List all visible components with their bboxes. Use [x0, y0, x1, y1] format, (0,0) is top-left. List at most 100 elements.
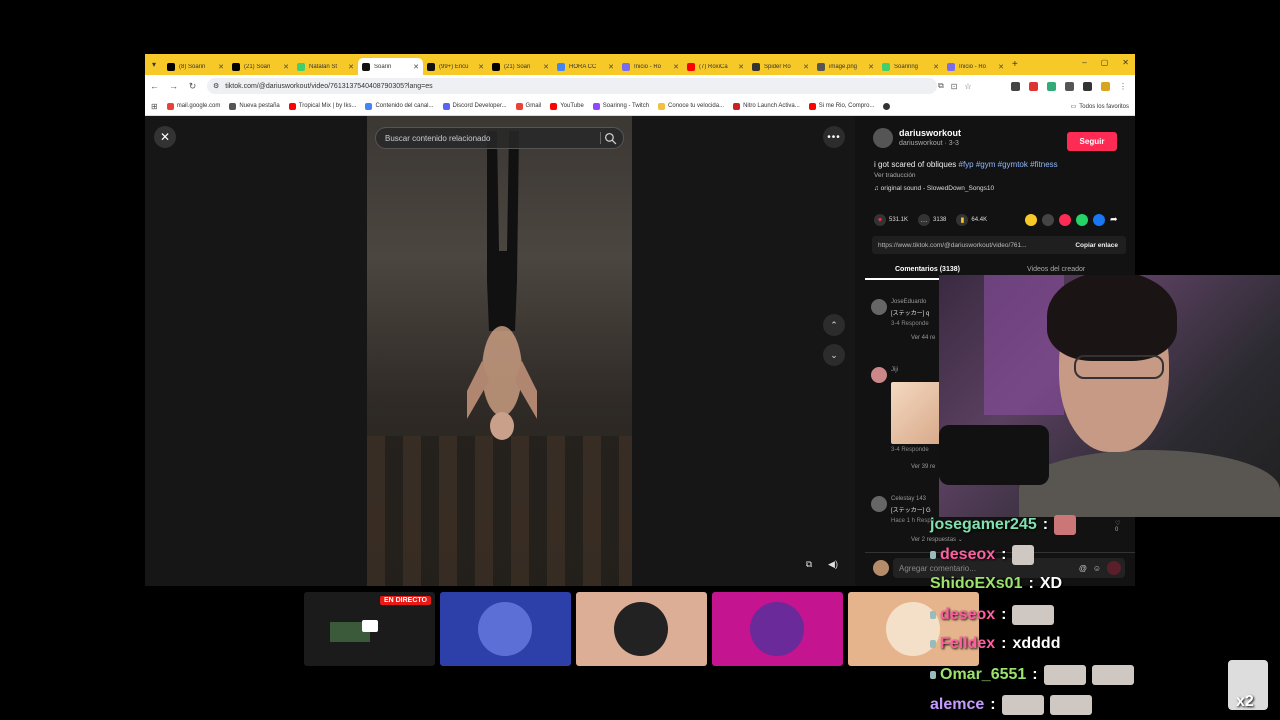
- close-video-button[interactable]: ✕: [154, 126, 176, 148]
- site-info-icon[interactable]: ⚙: [213, 82, 219, 90]
- copy-link-button[interactable]: Copiar enlace: [1075, 242, 1118, 249]
- bookmark-star-icon[interactable]: ☆: [964, 82, 971, 91]
- browser-tab[interactable]: Inicio - Ro ✕: [618, 58, 683, 75]
- tab-close-icon[interactable]: ✕: [868, 63, 874, 71]
- menu-icon[interactable]: ⋮: [1119, 82, 1127, 91]
- tab-close-icon[interactable]: ✕: [413, 63, 419, 71]
- extension-icon[interactable]: [1011, 81, 1020, 91]
- author-row[interactable]: dariusworkout dariusworkout · 3-3: [873, 128, 961, 148]
- commenter-name[interactable]: JoseEduardo: [891, 299, 926, 305]
- commenter-avatar[interactable]: [871, 299, 887, 315]
- tab-close-icon[interactable]: ✕: [478, 63, 484, 71]
- tab-creator-videos[interactable]: Videos del creador: [1027, 266, 1085, 273]
- commenter-name[interactable]: Jiji: [891, 367, 898, 373]
- video-link-field[interactable]: https://www.tiktok.com/@dariusworkout/vi…: [872, 236, 1126, 254]
- browser-tab[interactable]: image.png ✕: [813, 58, 878, 75]
- send-to-friends-icon[interactable]: [1059, 214, 1071, 226]
- url-field[interactable]: ⚙ tiktok.com/@dariusworkout/video/761313…: [207, 78, 937, 94]
- extension-icon[interactable]: [1083, 81, 1092, 91]
- bookmark-item[interactable]: Gmail: [515, 102, 541, 110]
- thumbnail-live[interactable]: EN DIRECTO: [304, 592, 435, 666]
- bookmark-item[interactable]: Nueva pestaña: [229, 102, 280, 110]
- volume-icon[interactable]: ◀): [824, 555, 842, 573]
- extra-bookmark-icon[interactable]: [883, 102, 891, 110]
- commenter-avatar[interactable]: [871, 496, 887, 512]
- browser-tab[interactable]: Inicio - Ro ✕: [943, 58, 1008, 75]
- thumbnail-item[interactable]: [440, 592, 571, 666]
- browser-tab[interactable]: (21) Soari ✕: [228, 58, 293, 75]
- bookmark-item[interactable]: Tropical Mix | by Iks...: [288, 102, 356, 110]
- share-arrow-icon[interactable]: ➦: [1110, 214, 1118, 226]
- all-bookmarks[interactable]: ▭ Todos los favoritos: [1071, 103, 1129, 111]
- comment-meta[interactable]: Hace 1 h Respo: [891, 518, 934, 524]
- view-replies-link[interactable]: Ver 39 re: [911, 464, 935, 470]
- like-button[interactable]: ♥ 531.1K: [874, 214, 908, 226]
- sound-link[interactable]: ♫ original sound - SlowedDown_Songs10: [874, 185, 994, 192]
- browser-tab[interactable]: Spider Ro ✕: [748, 58, 813, 75]
- tab-search-icon[interactable]: ▾: [145, 54, 163, 75]
- close-window-icon[interactable]: ✕: [1122, 58, 1129, 67]
- see-translation-link[interactable]: Ver traducción: [874, 172, 916, 179]
- browser-tab[interactable]: Natalan St ✕: [293, 58, 358, 75]
- commenter-name[interactable]: Celestay 143: [891, 496, 926, 502]
- tab-close-icon[interactable]: ✕: [543, 63, 549, 71]
- previous-video-button[interactable]: ⌃: [823, 314, 845, 336]
- comment-meta[interactable]: 3-4 Responde: [891, 447, 929, 453]
- browser-tab[interactable]: Soarin ✕: [358, 58, 423, 75]
- bookmark-item[interactable]: Contenido del canal...: [365, 102, 434, 110]
- new-tab-button[interactable]: +: [1012, 59, 1018, 70]
- follow-button[interactable]: Seguir: [1067, 132, 1117, 151]
- whatsapp-icon[interactable]: [1076, 214, 1088, 226]
- bookmark-item[interactable]: YouTube: [550, 102, 584, 110]
- profile-icon[interactable]: [1101, 81, 1110, 91]
- tab-close-icon[interactable]: ✕: [348, 63, 354, 71]
- tab-comments[interactable]: Comentarios (3138): [895, 266, 960, 273]
- more-options-button[interactable]: •••: [823, 126, 845, 148]
- browser-tab[interactable]: (8) Soarin ✕: [163, 58, 228, 75]
- minimize-icon[interactable]: –: [1082, 58, 1086, 67]
- save-button[interactable]: ▮ 64.4K: [956, 214, 987, 226]
- puzzle-icon[interactable]: [1065, 81, 1074, 91]
- thumbnail-item[interactable]: [848, 592, 979, 666]
- search-icon[interactable]: [604, 132, 617, 145]
- facebook-icon[interactable]: [1093, 214, 1105, 226]
- author-name[interactable]: dariusworkout: [899, 128, 961, 138]
- browser-tab[interactable]: (7) RoxiCa ✕: [683, 58, 748, 75]
- bookmark-item[interactable]: Discord Developer...: [442, 102, 507, 110]
- hashtags[interactable]: #fyp #gym #gymtok #fitness: [959, 160, 1058, 169]
- tab-close-icon[interactable]: ✕: [803, 63, 809, 71]
- bookmark-item[interactable]: Soarinng - Twitch: [592, 102, 649, 110]
- bookmark-item[interactable]: Nitro Launch Activa...: [733, 102, 800, 110]
- tab-close-icon[interactable]: ✕: [998, 63, 1004, 71]
- tab-close-icon[interactable]: ✕: [218, 63, 224, 71]
- browser-tab[interactable]: Soarinng ✕: [878, 58, 943, 75]
- next-video-button[interactable]: ⌄: [823, 344, 845, 366]
- maximize-icon[interactable]: ▢: [1101, 58, 1109, 67]
- browser-tab[interactable]: (21) Soari ✕: [488, 58, 553, 75]
- view-replies-link[interactable]: Ver 44 re: [911, 335, 935, 341]
- mention-icon[interactable]: @: [1079, 564, 1087, 573]
- browser-tab[interactable]: HORA CC ✕: [553, 58, 618, 75]
- install-icon[interactable]: ⊡: [951, 82, 958, 91]
- thumbnail-item[interactable]: [712, 592, 843, 666]
- author-avatar[interactable]: [873, 128, 893, 148]
- translate-icon[interactable]: ⧉: [938, 81, 944, 91]
- forward-icon[interactable]: →: [164, 81, 183, 91]
- browser-tab[interactable]: (99+) Encu ✕: [423, 58, 488, 75]
- tab-close-icon[interactable]: ✕: [608, 63, 614, 71]
- reload-icon[interactable]: ↻: [183, 81, 202, 92]
- comment-like-count[interactable]: ♡ 0: [1115, 520, 1120, 533]
- related-search-input[interactable]: Buscar contenido relacionado: [375, 127, 624, 149]
- emoji-icon[interactable]: ☺: [1093, 564, 1101, 573]
- send-icon[interactable]: [1107, 561, 1121, 575]
- extension-icon[interactable]: [1047, 81, 1056, 91]
- tab-close-icon[interactable]: ✕: [283, 63, 289, 71]
- bookmark-item[interactable]: Conoce tu velocida...: [658, 102, 724, 110]
- tab-close-icon[interactable]: ✕: [933, 63, 939, 71]
- view-replies-link[interactable]: Ver 2 respuestas ⌄: [911, 536, 963, 543]
- extension-icon[interactable]: [1029, 81, 1038, 91]
- video-frame[interactable]: [367, 116, 632, 586]
- tab-close-icon[interactable]: ✕: [673, 63, 679, 71]
- comment-meta[interactable]: 3-4 Responde: [891, 321, 929, 327]
- bookmark-item[interactable]: mail.google.com: [166, 102, 220, 110]
